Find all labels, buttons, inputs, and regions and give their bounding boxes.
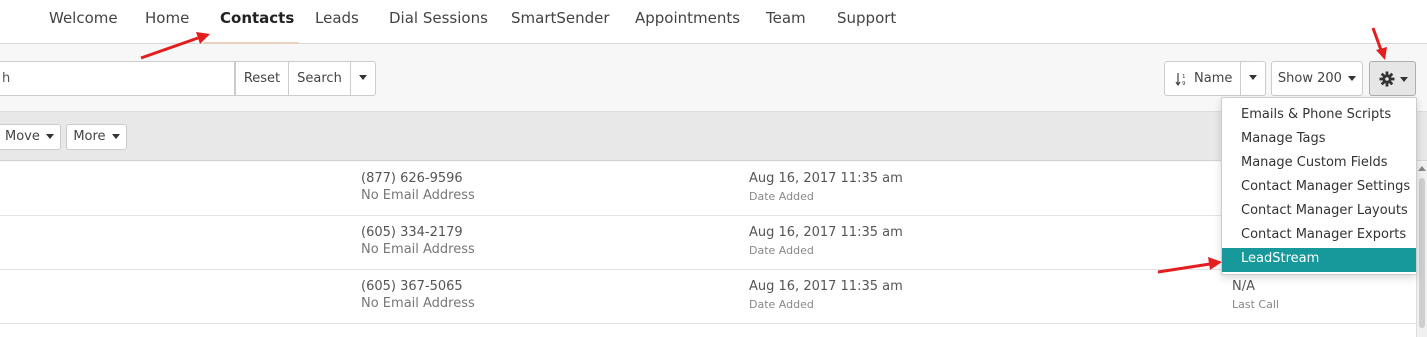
- top-nav: Welcome Home Contacts Leads Dial Session…: [0, 0, 1427, 44]
- last-call-label: Last Call: [1232, 298, 1279, 311]
- menu-item-manage-tags[interactable]: Manage Tags: [1222, 128, 1416, 152]
- reset-button[interactable]: Reset: [235, 61, 289, 96]
- phone-number[interactable]: (877) 626-9596: [361, 171, 475, 186]
- date-cell: Aug 16, 2017 11:35 am Date Added: [749, 279, 903, 311]
- toolbar: h Reset Search 1 9 Name Show 200: [0, 45, 1427, 111]
- menu-item-leadstream[interactable]: LeadStream: [1222, 248, 1416, 272]
- date-added-label: Date Added: [749, 298, 814, 311]
- contact-info-cell: (605) 334-2179 No Email Address: [361, 225, 475, 257]
- table-row[interactable]: (605) 334-2179 No Email Address Aug 16, …: [0, 216, 1416, 270]
- contact-info-cell: (877) 626-9596 No Email Address: [361, 171, 475, 203]
- contact-list: (877) 626-9596 No Email Address Aug 16, …: [0, 162, 1416, 337]
- search-options-dropdown[interactable]: [350, 61, 376, 96]
- scrollbar[interactable]: [1416, 162, 1427, 337]
- show-count-dropdown[interactable]: Show 200: [1271, 61, 1363, 96]
- menu-item-manage-custom-fields[interactable]: Manage Custom Fields: [1222, 152, 1416, 176]
- gear-icon: [1379, 71, 1395, 87]
- chevron-down-icon: [1249, 75, 1257, 80]
- nav-dial-sessions[interactable]: Dial Sessions: [389, 0, 488, 44]
- nav-team[interactable]: Team: [766, 0, 806, 44]
- email-address: No Email Address: [361, 296, 475, 311]
- table-row[interactable]: (605) 367-5065 No Email Address Aug 16, …: [0, 270, 1416, 324]
- nav-welcome[interactable]: Welcome: [49, 0, 118, 44]
- settings-dropdown-menu: Emails & Phone Scripts Manage Tags Manag…: [1221, 97, 1417, 275]
- nav-appointments[interactable]: Appointments: [635, 0, 740, 44]
- email-address: No Email Address: [361, 188, 475, 203]
- date-added-label: Date Added: [749, 190, 814, 203]
- search-button[interactable]: Search: [288, 61, 351, 96]
- chevron-down-icon: [1400, 77, 1408, 82]
- date-added-value: Aug 16, 2017 11:35 am: [749, 171, 903, 186]
- nav-support[interactable]: Support: [837, 0, 896, 44]
- nav-leads[interactable]: Leads: [315, 0, 359, 44]
- date-added-value: Aug 16, 2017 11:35 am: [749, 225, 903, 240]
- chevron-down-icon: [1348, 76, 1357, 81]
- chevron-down-icon: [46, 134, 54, 139]
- sort-alpha-icon: 1 9: [1175, 73, 1186, 86]
- date-cell: Aug 16, 2017 11:35 am Date Added: [749, 171, 903, 203]
- table-row[interactable]: (877) 626-9596 No Email Address Aug 16, …: [0, 162, 1416, 216]
- menu-item-emails-phone-scripts[interactable]: Emails & Phone Scripts: [1222, 104, 1416, 128]
- menu-item-contact-manager-settings[interactable]: Contact Manager Settings: [1222, 176, 1416, 200]
- sort-label: Name: [1194, 71, 1233, 86]
- settings-dropdown-button[interactable]: [1369, 61, 1416, 96]
- search-input[interactable]: h: [0, 61, 235, 96]
- action-bar: Move More: [0, 111, 1427, 161]
- last-call-value: N/A: [1232, 279, 1255, 294]
- date-added-label: Date Added: [749, 244, 814, 257]
- menu-item-contact-manager-layouts[interactable]: Contact Manager Layouts: [1222, 200, 1416, 224]
- date-added-value: Aug 16, 2017 11:35 am: [749, 279, 903, 294]
- sort-dropdown-toggle[interactable]: [1240, 61, 1266, 96]
- scroll-up-arrow-icon[interactable]: [1418, 166, 1426, 171]
- scroll-thumb[interactable]: [1419, 178, 1425, 328]
- move-dropdown-button[interactable]: Move: [0, 124, 61, 150]
- nav-contacts[interactable]: Contacts: [204, 0, 299, 44]
- nav-smartsender[interactable]: SmartSender: [511, 0, 610, 44]
- menu-item-contact-manager-exports[interactable]: Contact Manager Exports: [1222, 224, 1416, 248]
- phone-number[interactable]: (605) 334-2179: [361, 225, 475, 240]
- phone-number[interactable]: (605) 367-5065: [361, 279, 475, 294]
- date-cell: Aug 16, 2017 11:35 am Date Added: [749, 225, 903, 257]
- svg-text:9: 9: [1182, 81, 1186, 86]
- more-dropdown-button[interactable]: More: [66, 124, 127, 150]
- contact-info-cell: (605) 367-5065 No Email Address: [361, 279, 475, 311]
- move-label: Move: [4, 129, 40, 144]
- chevron-down-icon: [359, 75, 367, 80]
- email-address: No Email Address: [361, 242, 475, 257]
- more-label: More: [73, 129, 106, 144]
- svg-text:1: 1: [1182, 74, 1186, 80]
- nav-home[interactable]: Home: [145, 0, 189, 44]
- chevron-down-icon: [111, 134, 120, 139]
- sort-button[interactable]: 1 9 Name: [1164, 61, 1241, 96]
- last-call-cell: N/A Last Call: [1232, 279, 1279, 311]
- show-count-label: Show 200: [1277, 71, 1342, 86]
